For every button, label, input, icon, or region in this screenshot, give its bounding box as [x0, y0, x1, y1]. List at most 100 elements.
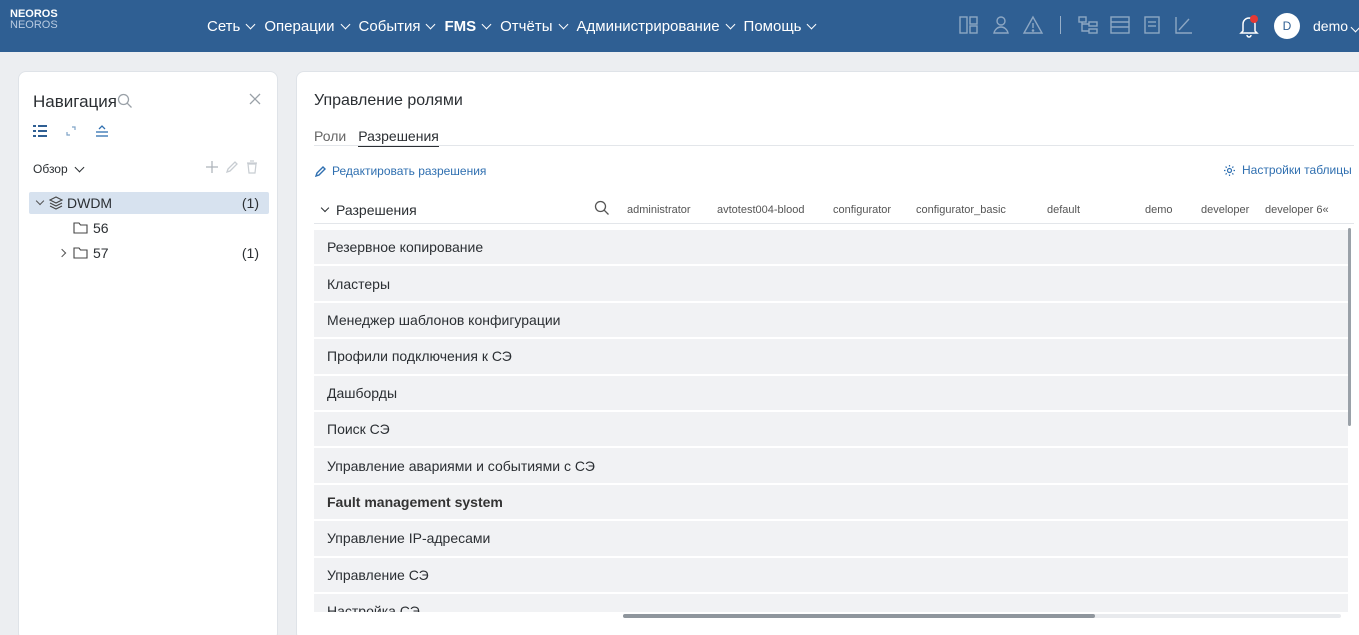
edit-icon[interactable]	[225, 160, 239, 174]
navigation-tools	[33, 125, 109, 137]
brand-logo[interactable]: NEOROS NEOROS	[10, 9, 58, 31]
table-row[interactable]: Управление СЭ	[314, 557, 1348, 594]
list-view-icon[interactable]	[33, 125, 47, 137]
menu-item-label: Отчёты	[500, 17, 553, 35]
menu-item-label: Администрирование	[576, 17, 720, 35]
tabs-divider	[314, 145, 1354, 146]
table-row[interactable]: Fault management system	[314, 484, 1348, 522]
notification-dot	[1250, 15, 1258, 23]
menu-item-help[interactable]: Помощь	[744, 18, 820, 35]
caret-down-icon[interactable]	[35, 196, 45, 206]
chart-icon[interactable]	[1173, 14, 1195, 36]
permissions-column-header[interactable]: Разрешения	[320, 202, 417, 218]
tree-node-label: DWDM	[67, 195, 113, 211]
search-icon[interactable]	[117, 93, 133, 109]
menu-item-label: Помощь	[743, 17, 802, 35]
equipment-icon[interactable]	[958, 14, 980, 36]
menu-item-label: Операции	[264, 17, 335, 35]
table-row[interactable]: Управление авариями и событиями с СЭ	[314, 448, 1348, 485]
menu-item-events[interactable]: События	[359, 18, 439, 35]
brand-subname: NEOROS	[10, 19, 58, 31]
table-row[interactable]: Настройка СЭ	[314, 593, 1348, 612]
close-icon[interactable]	[247, 91, 263, 107]
tree-node-label: 56	[93, 220, 109, 236]
chevron-down-icon	[426, 19, 436, 29]
table-row[interactable]: Кластеры	[314, 266, 1348, 303]
column-header[interactable]: administrator	[627, 204, 691, 216]
pencil-icon	[315, 166, 326, 177]
edit-permissions-link[interactable]: Редактировать разрешения	[315, 164, 486, 178]
table-row[interactable]: Дашборды	[314, 375, 1348, 412]
user-menu[interactable]: demo	[1313, 18, 1359, 34]
chevron-down-icon	[807, 19, 817, 29]
avatar[interactable]: D	[1274, 13, 1300, 39]
page-title: Управление ролями	[314, 92, 463, 109]
tree-actions	[205, 160, 259, 174]
table-row[interactable]: Управление IP-адресами	[314, 521, 1348, 558]
tree-view-icon[interactable]	[1077, 14, 1099, 36]
overview-dropdown[interactable]: Обзор	[33, 162, 85, 176]
add-icon[interactable]	[205, 160, 219, 174]
table-header: Разрешения administrator avtotest004-blo…	[314, 196, 1354, 224]
menu-item-fms[interactable]: FMS	[444, 18, 494, 35]
column-header[interactable]: developer	[1201, 204, 1249, 216]
menu-item-operations[interactable]: Операции	[264, 18, 352, 35]
chevron-down-icon	[1350, 22, 1359, 33]
column-header[interactable]: configurator	[833, 204, 891, 216]
edit-permissions-label: Редактировать разрешения	[332, 164, 487, 178]
role-management-panel: Управление ролями Роли Разрешения Редакт…	[296, 71, 1359, 635]
column-header[interactable]: developer 6«	[1265, 204, 1329, 216]
table-settings-button[interactable]: Настройки таблицы	[1223, 163, 1352, 177]
search-icon[interactable]	[594, 200, 610, 216]
main-menu: Сеть Операции События FMS Отчёты Админис…	[207, 0, 825, 52]
document-icon[interactable]	[1141, 14, 1163, 36]
menu-item-administration[interactable]: Администрирование	[577, 18, 738, 35]
menu-item-reports[interactable]: Отчёты	[500, 18, 570, 35]
column-header[interactable]: avtotest004-blood	[717, 204, 804, 216]
vertical-scrollbar[interactable]	[1348, 228, 1351, 426]
overview-label: Обзор	[33, 162, 68, 176]
chevron-down-icon	[340, 19, 350, 29]
warning-icon[interactable]	[1022, 14, 1044, 36]
caret-down-icon	[320, 203, 330, 213]
table-view-icon[interactable]	[1109, 14, 1131, 36]
menu-item-label: FMS	[444, 17, 477, 35]
notification-bell-icon[interactable]	[1238, 14, 1260, 38]
toolbar-icons	[958, 14, 1195, 36]
collapse-all-icon[interactable]	[95, 125, 109, 137]
tree-node-count: (1)	[241, 195, 259, 211]
menu-item-label: События	[358, 17, 421, 35]
column-header[interactable]: default	[1047, 204, 1080, 216]
tree-node-count: (1)	[241, 245, 259, 261]
tree-node-57[interactable]: 57 (1)	[29, 242, 269, 264]
navigation-panel: Навигация Обзор DWDM (1) 56 57 (1)	[18, 71, 278, 635]
layers-icon	[49, 196, 63, 210]
table-settings-label: Настройки таблицы	[1242, 163, 1352, 177]
column-header[interactable]: demo	[1145, 204, 1173, 216]
top-bar: NEOROS NEOROS Сеть Операции События FMS …	[0, 0, 1359, 52]
user-badge-icon[interactable]	[990, 14, 1012, 36]
permissions-table-body: Резервное копирование Кластеры Менеджер …	[314, 230, 1348, 612]
table-row[interactable]: Поиск СЭ	[314, 411, 1348, 449]
menu-item-network[interactable]: Сеть	[207, 18, 258, 35]
chevron-down-icon	[558, 19, 568, 29]
folder-icon	[73, 222, 88, 234]
table-row[interactable]: Резервное копирование	[314, 230, 1348, 267]
tree-node-56[interactable]: 56	[29, 217, 269, 239]
chevron-down-icon	[74, 162, 85, 172]
horizontal-scrollbar-thumb[interactable]	[623, 614, 1095, 618]
table-row[interactable]: Менеджер шаблонов конфигурации	[314, 302, 1348, 340]
tree-node-dwdm[interactable]: DWDM (1)	[29, 192, 269, 214]
column-header[interactable]: configurator_basic	[916, 204, 1006, 216]
navigation-title: Навигация	[33, 92, 117, 111]
expand-icon[interactable]	[65, 125, 77, 137]
caret-right-icon[interactable]	[57, 248, 67, 258]
table-row[interactable]: Профили подключения к СЭ	[314, 339, 1348, 376]
chevron-down-icon	[245, 19, 256, 29]
folder-icon	[73, 247, 88, 259]
delete-icon[interactable]	[245, 160, 259, 174]
tree-node-label: 57	[93, 245, 109, 261]
chevron-down-icon	[481, 19, 492, 29]
toolbar-divider	[1060, 16, 1061, 34]
gear-icon	[1224, 164, 1235, 176]
